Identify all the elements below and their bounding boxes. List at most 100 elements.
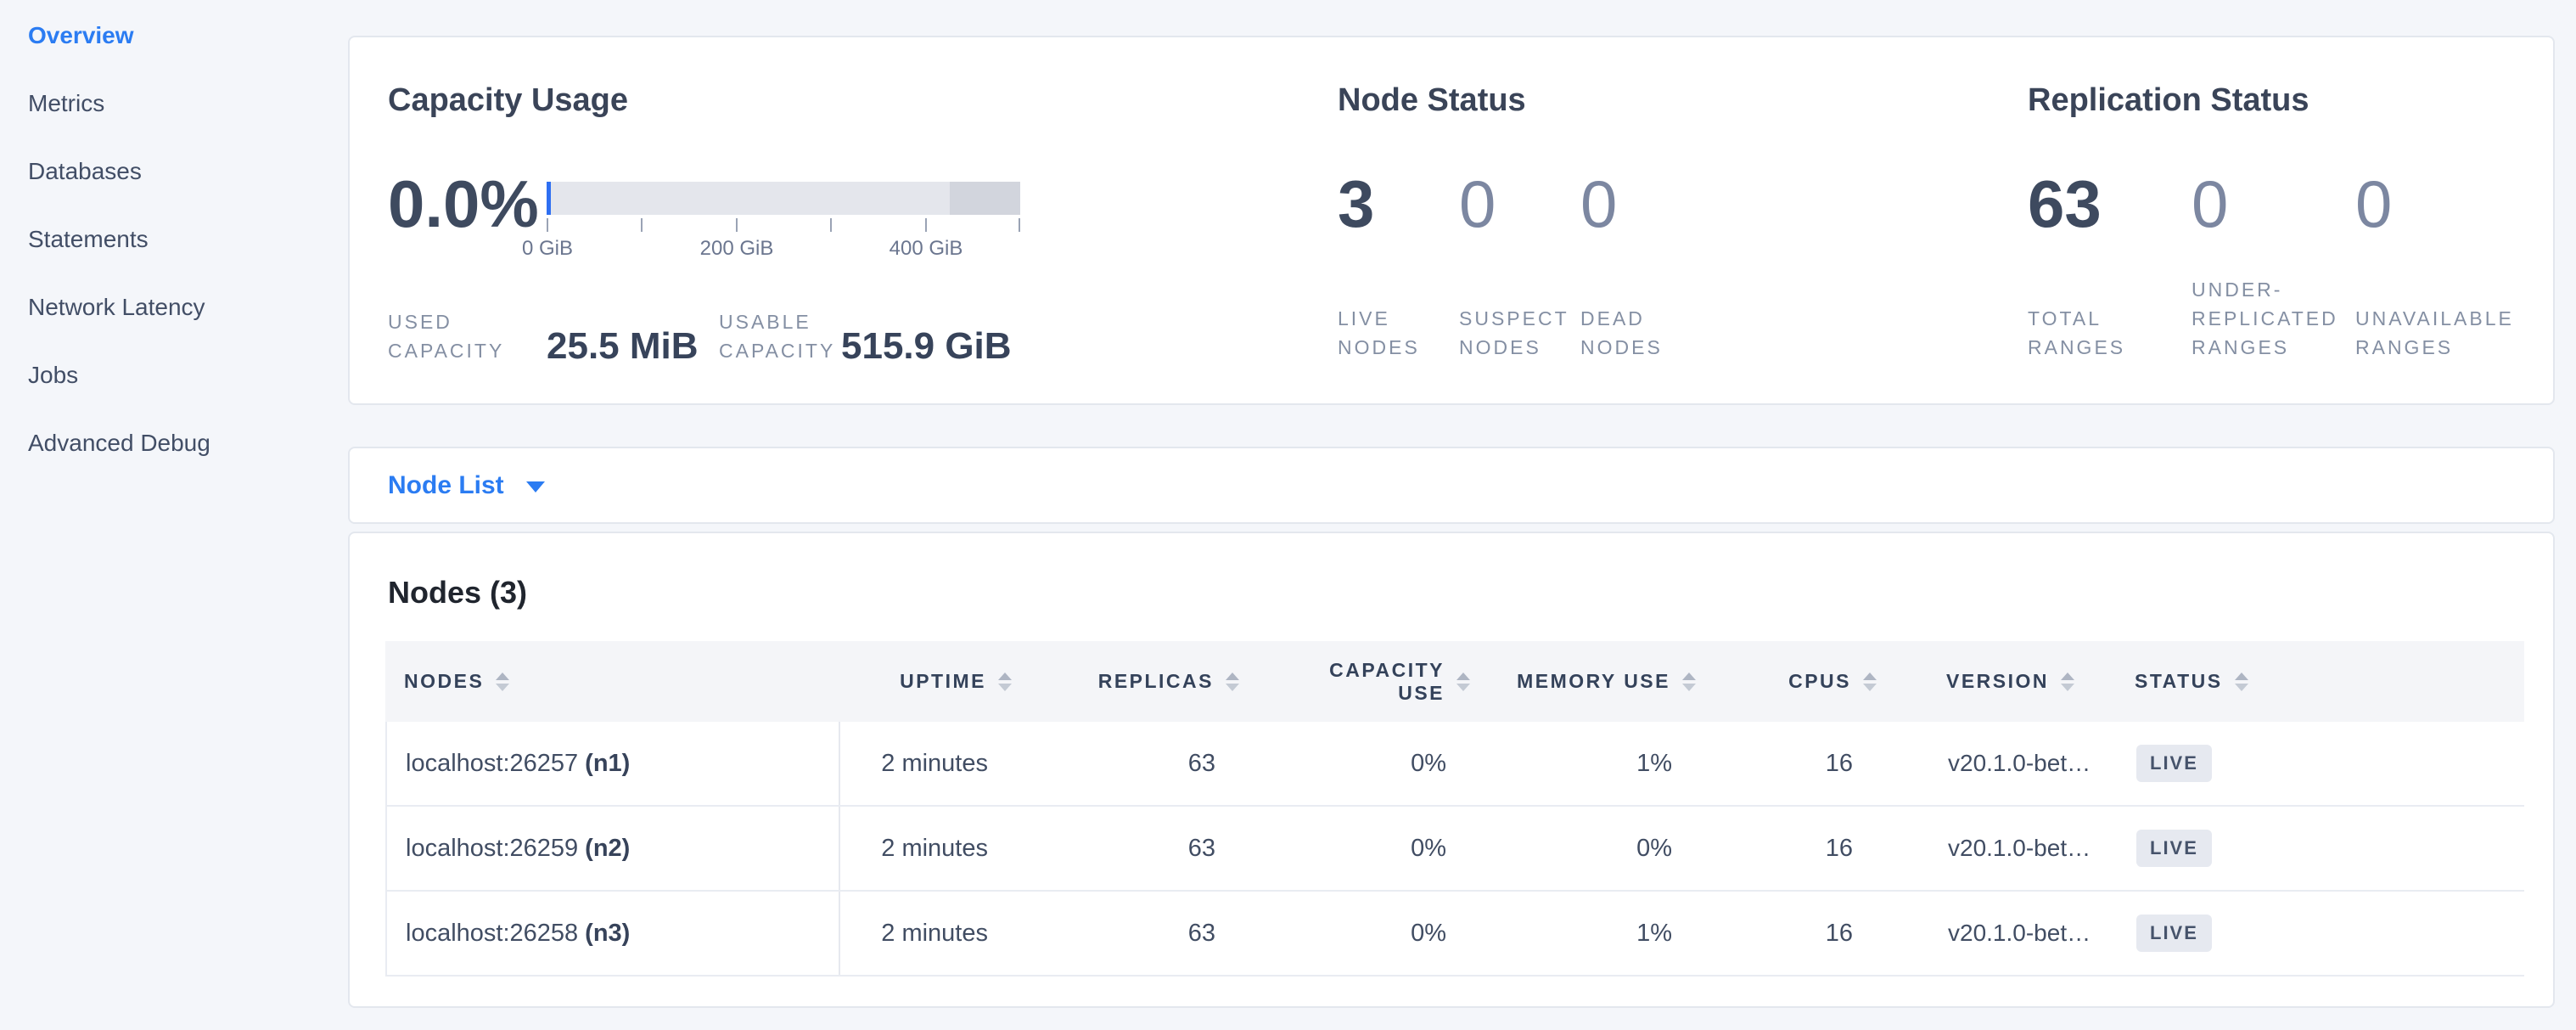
replicas-cell: 63: [1022, 892, 1249, 975]
node-address-cell: localhost:26258(n3): [387, 892, 840, 975]
replicas-cell: 63: [1022, 722, 1249, 805]
capacity-usage-section: Capacity Usage 0.0% 0 GiB 200 GiB: [388, 37, 1338, 403]
total-ranges-value: 63: [2028, 138, 2192, 269]
table-row: localhost:26259(n2) 2 minutes 63 0% 0% 1…: [387, 807, 2524, 892]
sidebar-item-overview[interactable]: Overview: [0, 2, 348, 70]
axis-tick: [1019, 218, 1020, 232]
node-status-title: Node Status: [1338, 82, 1526, 118]
memory-use-cell: 1%: [1480, 892, 1706, 975]
used-capacity-label: USEDCAPACITY: [388, 307, 547, 365]
capacity-use-cell: 0%: [1249, 807, 1480, 890]
capacity-bar-other-segment: [950, 182, 1020, 215]
suspect-nodes-stat: 0 SUSPECTNODES: [1459, 138, 1580, 362]
axis-label-400gib: 400 GiB: [890, 236, 963, 262]
capacity-usage-title: Capacity Usage: [388, 82, 628, 118]
capacity-use-cell: 0%: [1249, 892, 1480, 975]
node-address-cell: localhost:26259(n2): [387, 807, 840, 890]
capacity-use-cell: 0%: [1249, 722, 1480, 805]
cpus-cell: 16: [1706, 722, 1887, 805]
memory-use-cell: 1%: [1480, 722, 1706, 805]
dead-nodes-value: 0: [1580, 138, 1702, 269]
status-badge: LIVE: [2136, 915, 2212, 952]
column-header-memory-use[interactable]: MEMORY USE: [1479, 641, 1704, 722]
nodes-table-header: NODES UPTIME REPLICAS CAPACITYUSE MEMORY…: [385, 641, 2524, 722]
dead-nodes-label: DEADNODES: [1580, 304, 1702, 362]
sort-icon[interactable]: [1682, 673, 1696, 691]
under-replicated-ranges-value: 0: [2192, 138, 2355, 269]
status-cell: LIVE: [2130, 722, 2524, 805]
nodes-table-body: localhost:26257(n1) 2 minutes 63 0% 1% 1…: [385, 722, 2524, 977]
table-row: localhost:26257(n1) 2 minutes 63 0% 1% 1…: [387, 722, 2524, 807]
axis-tick: [925, 218, 927, 232]
table-row: localhost:26258(n3) 2 minutes 63 0% 1% 1…: [387, 892, 2524, 977]
sidebar-item-network-latency[interactable]: Network Latency: [0, 273, 348, 341]
node-list-card: Node List: [348, 447, 2555, 524]
sort-icon[interactable]: [1863, 673, 1877, 691]
uptime-cell: 2 minutes: [840, 807, 1022, 890]
under-replicated-ranges-label: UNDER-REPLICATEDRANGES: [2192, 275, 2355, 362]
sort-icon[interactable]: [1226, 673, 1239, 691]
memory-use-cell: 0%: [1480, 807, 1706, 890]
column-header-uptime[interactable]: UPTIME: [839, 641, 1020, 722]
suspect-nodes-value: 0: [1459, 138, 1580, 269]
node-list-dropdown[interactable]: Node List: [388, 471, 545, 500]
status-cell: LIVE: [2130, 807, 2524, 890]
cpus-cell: 16: [1706, 892, 1887, 975]
sort-icon[interactable]: [998, 673, 1012, 691]
capacity-bar-used-segment: [547, 182, 551, 215]
column-header-cpus[interactable]: CPUS: [1704, 641, 1885, 722]
main-content: Capacity Usage 0.0% 0 GiB 200 GiB: [348, 0, 2555, 1008]
suspect-nodes-label: SUSPECTNODES: [1459, 304, 1580, 362]
node-list-dropdown-label: Node List: [388, 471, 504, 500]
column-header-replicas[interactable]: REPLICAS: [1020, 641, 1248, 722]
status-cell: LIVE: [2130, 892, 2524, 975]
capacity-usage-gauge: 0 GiB 200 GiB 400 GiB: [547, 138, 1020, 269]
sidebar-item-statements[interactable]: Statements: [0, 205, 348, 273]
nodes-table: NODES UPTIME REPLICAS CAPACITYUSE MEMORY…: [385, 641, 2524, 977]
column-header-capacity-use[interactable]: CAPACITYUSE: [1248, 641, 1479, 722]
uptime-cell: 2 minutes: [840, 722, 1022, 805]
axis-tick: [830, 218, 832, 232]
live-nodes-value: 3: [1338, 138, 1459, 269]
dead-nodes-stat: 0 DEADNODES: [1580, 138, 1702, 362]
total-ranges-label: TOTALRANGES: [2028, 304, 2192, 362]
sort-icon[interactable]: [2235, 673, 2248, 691]
sidebar-item-metrics[interactable]: Metrics: [0, 70, 348, 138]
axis-tick: [736, 218, 738, 232]
node-status-section: Node Status 3 LIVENODES 0 SUSPECTNODES 0: [1338, 37, 2028, 403]
node-address-cell: localhost:26257(n1): [387, 722, 840, 805]
version-cell: v20.1.0-bet…: [1887, 892, 2130, 975]
axis-tick: [547, 218, 548, 232]
axis-label-200gib: 200 GiB: [700, 236, 774, 262]
column-header-status[interactable]: STATUS: [2128, 641, 2524, 722]
sidebar-item-advanced-debug[interactable]: Advanced Debug: [0, 409, 348, 477]
live-nodes-label: LIVENODES: [1338, 304, 1459, 362]
column-header-version[interactable]: VERSION: [1885, 641, 2128, 722]
usable-capacity-value: 515.9 GiB: [841, 328, 1012, 365]
replicas-cell: 63: [1022, 807, 1249, 890]
sort-icon[interactable]: [2061, 673, 2074, 691]
sort-icon[interactable]: [496, 673, 509, 691]
column-header-nodes[interactable]: NODES: [385, 641, 839, 722]
unavailable-ranges-label: UNAVAILABLERANGES: [2355, 304, 2519, 362]
version-cell: v20.1.0-bet…: [1887, 722, 2130, 805]
usable-capacity-label: USABLECAPACITY: [719, 307, 841, 365]
status-badge: LIVE: [2136, 745, 2212, 782]
unavailable-ranges-stat: 0 UNAVAILABLERANGES: [2355, 138, 2519, 362]
chevron-down-icon: [526, 481, 545, 492]
sidebar-item-jobs[interactable]: Jobs: [0, 341, 348, 409]
replication-status-title: Replication Status: [2028, 82, 2309, 118]
sidebar-item-databases[interactable]: Databases: [0, 138, 348, 205]
total-ranges-stat: 63 TOTALRANGES: [2028, 138, 2192, 362]
version-cell: v20.1.0-bet…: [1887, 807, 2130, 890]
unavailable-ranges-value: 0: [2355, 138, 2519, 269]
live-nodes-stat: 3 LIVENODES: [1338, 138, 1459, 362]
sort-icon[interactable]: [1456, 673, 1470, 691]
under-replicated-ranges-stat: 0 UNDER-REPLICATEDRANGES: [2192, 138, 2355, 362]
nodes-table-title: Nodes (3): [388, 574, 2521, 611]
replication-status-section: Replication Status 63 TOTALRANGES 0 UNDE…: [2028, 37, 2515, 403]
cluster-summary-card: Capacity Usage 0.0% 0 GiB 200 GiB: [348, 36, 2555, 405]
axis-label-0gib: 0 GiB: [522, 236, 573, 262]
uptime-cell: 2 minutes: [840, 892, 1022, 975]
used-capacity-value: 25.5 MiB: [547, 328, 719, 365]
